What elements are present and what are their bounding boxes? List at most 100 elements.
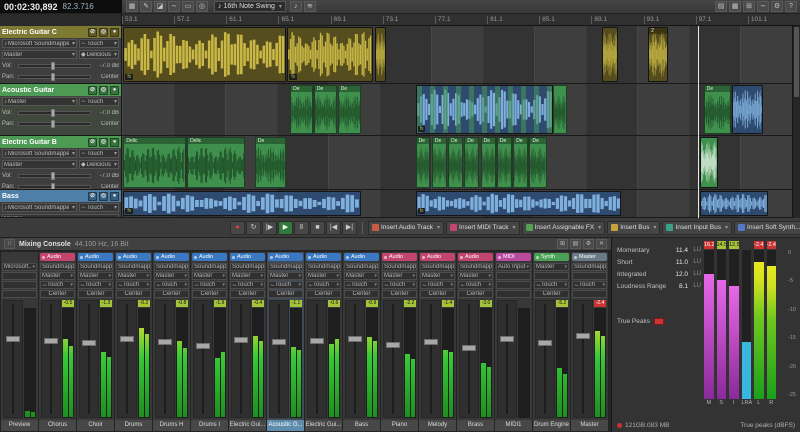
track-automation-dropdown[interactable]: ∼Touch▾ [79,39,119,48]
strip-automation-dropdown[interactable]: ∼Touch▾ [78,281,113,289]
strip-pan[interactable]: Center [306,290,341,298]
strip-name[interactable]: Acoustic G... [267,420,304,431]
loop-clip[interactable]: De [416,137,431,188]
strip-bus-dropdown[interactable]: Master▾ [78,272,113,280]
audio-clip[interactable]: fx [416,85,553,134]
strip-fader[interactable] [307,300,327,418]
fader-handle[interactable] [348,336,362,342]
strip-pan[interactable]: Center [78,290,113,298]
strip-output-dropdown[interactable]: Soundmapper▾ [306,263,341,271]
strip-bus-dropdown[interactable]: Master▾ [458,272,493,280]
strip-automation-dropdown[interactable] [496,281,531,289]
track-fx-dropdown[interactable]: ◆Delicious E...▾ [79,160,119,169]
audio-clip[interactable] [602,27,618,82]
audio-clip[interactable]: fx [123,27,286,82]
track-fx-dropdown[interactable]: ◆Delicious E...▾ [79,50,119,59]
grid-tool-icon[interactable]: ▦ [126,1,138,12]
timeline-ruler[interactable]: 53.157.161.165.169.173.177.181.185.189.1… [122,14,800,26]
track-view-icon[interactable]: ▦ [729,1,741,12]
audio-clip[interactable]: fx [416,191,621,216]
strip-output-dropdown[interactable]: Soundmapper▾ [382,263,417,271]
strip-automation-dropdown[interactable]: ∼Touch▾ [344,281,379,289]
insert-audio-track-button[interactable]: Insert Audio Track▾ [368,221,444,235]
strip-name[interactable]: Bass [343,420,380,431]
mixer-strip[interactable]: Microsoft..▾Preview [1,252,38,431]
strip-automation-dropdown[interactable]: ∼Touch▾ [306,281,341,289]
strip-pan[interactable]: Center [458,290,493,298]
strip-name[interactable]: Brass [457,420,494,431]
strip-name[interactable]: Drums H [153,420,190,431]
strip-bus-dropdown[interactable]: Master▾ [230,272,265,280]
loop-clip[interactable]: De [255,137,286,188]
strip-bus-dropdown[interactable] [2,272,37,280]
strip-bus-dropdown[interactable] [534,272,569,280]
fader-handle[interactable] [576,333,590,339]
strip-name[interactable]: Preview [1,420,38,431]
track-automation-dropdown[interactable]: ∼Touch▾ [79,203,119,212]
strip-pan[interactable]: Center [154,290,189,298]
track-header[interactable]: Electric Guitar C⊘◎●♪Microsoft Soundmapp… [0,26,122,83]
strip-pan[interactable]: Center [192,290,227,298]
strip-name[interactable]: Electric Gui... [229,420,266,431]
strip-automation-dropdown[interactable]: ∼Touch▾ [534,281,569,289]
track-bus-dropdown[interactable]: Master▾ [2,160,77,169]
strip-name[interactable]: Master [571,420,608,431]
fader-handle[interactable] [310,338,324,344]
track-mute-button[interactable]: ⊘ [88,192,97,201]
insert-input-bus-button[interactable]: Insert Input Bus▾ [662,221,732,235]
audio-clip[interactable]: fx [123,191,360,216]
pan-slider-thumb[interactable] [51,73,55,81]
insert-midi-track-button[interactable]: Insert MIDI Track▾ [446,221,520,235]
strip-fader[interactable] [383,300,403,418]
fader-handle[interactable] [44,338,58,344]
strip-pan[interactable]: Center [116,290,151,298]
strip-automation-dropdown[interactable]: ∼Touch▾ [40,281,75,289]
loop-clip[interactable] [553,85,567,134]
strip-output-dropdown[interactable]: Soundmapper▾ [344,263,379,271]
pan-slider-thumb[interactable] [51,120,55,128]
strip-automation-dropdown[interactable]: ∼Touch▾ [116,281,151,289]
strip-bus-dropdown[interactable]: Master▾ [40,272,75,280]
mixer-strip[interactable]: AudioSoundmapper▾Master▾∼Touch▾Center-0.… [153,252,190,431]
strip-pan[interactable] [496,290,531,298]
track-output-device-dropdown[interactable]: ♪Microsoft Soundmapper▾ [2,149,77,158]
fader-handle[interactable] [82,340,96,346]
strip-bus-dropdown[interactable]: Master▾ [116,272,151,280]
track-arm-button[interactable]: ● [110,192,119,201]
stop-button[interactable]: ■ [310,221,325,235]
strip-name[interactable]: Drums [115,420,152,431]
mixer-properties-icon[interactable]: ⚙ [583,239,594,249]
loop-clip[interactable]: De [497,137,512,188]
track-header[interactable]: Electric Guitar B⊘◎●♪Microsoft Soundmapp… [0,136,122,189]
track-arm-button[interactable]: ● [110,28,119,37]
strip-pan[interactable]: Center [344,290,379,298]
track-arm-button[interactable]: ● [110,138,119,147]
mixer-strip[interactable]: AudioSoundmapper▾Master▾∼Touch▾Center-2.… [381,252,418,431]
mixer-strip[interactable]: AudioSoundmapper▾Master▾∼Touch▾Center-3.… [457,252,494,431]
volume-slider[interactable] [18,174,91,178]
strip-fader[interactable] [155,300,175,418]
mixer-strip[interactable]: AudioSoundmapper▾Master▾∼Touch▾Center-1.… [191,252,228,431]
fader-handle[interactable] [500,336,514,342]
insert-bus-button[interactable]: Insert Bus▾ [607,221,660,235]
loop-clip[interactable]: De [513,137,528,188]
mixer-strip[interactable]: AudioSoundmapper▾Master▾∼Touch▾Center-0.… [39,252,76,431]
fader-handle[interactable] [6,336,20,342]
strip-name[interactable]: MIDI1 [495,420,532,431]
strip-bus-dropdown[interactable]: Master▾ [382,272,417,280]
track-mute-button[interactable]: ⊘ [88,138,97,147]
strip-automation-dropdown[interactable]: ∼Touch▾ [572,281,607,289]
strip-automation-dropdown[interactable]: ∼Touch▾ [268,281,303,289]
volume-slider[interactable] [18,64,91,68]
strip-output-dropdown[interactable]: Soundmapper▾ [116,263,151,271]
strip-pan[interactable]: Center [230,290,265,298]
mixer-strip[interactable]: MasterSoundmapper▾∼Touch▾-2.4Master [571,252,608,431]
loop-clip[interactable]: De [448,137,463,188]
strip-fader[interactable] [459,300,479,418]
fader-handle[interactable] [234,337,248,343]
scrollbar-thumb[interactable] [794,27,799,97]
fader-handle[interactable] [196,343,210,349]
clip-fx-badge[interactable]: fx [418,208,426,214]
go-to-end-button[interactable]: ▶| [342,221,357,235]
clip-fx-badge[interactable]: fx [125,208,133,214]
